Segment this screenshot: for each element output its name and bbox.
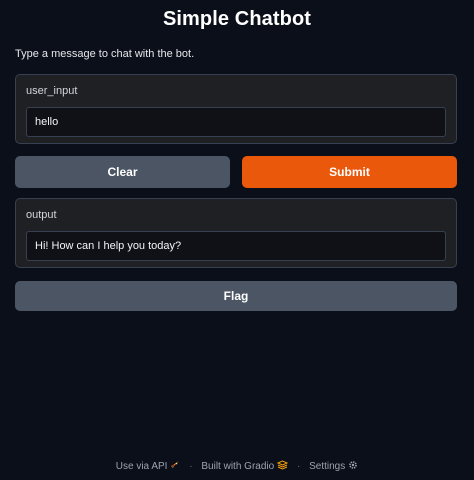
clear-button[interactable]: Clear — [15, 156, 230, 188]
footer-separator: · — [296, 461, 301, 473]
settings-label: Settings — [309, 461, 346, 473]
user-input-label: user_input — [26, 85, 78, 97]
output-label: output — [26, 209, 57, 221]
user-input-field[interactable] — [26, 107, 446, 137]
page-description: Type a message to chat with the bot. — [15, 48, 195, 60]
flag-button[interactable]: Flag — [15, 281, 457, 311]
user-input-block: user_input — [15, 74, 457, 144]
output-block: output Hi! How can I help you today? — [15, 198, 457, 268]
footer-separator: · — [189, 461, 193, 473]
built-with-gradio-link[interactable]: Built with Gradio — [201, 460, 291, 473]
gear-icon — [348, 460, 358, 473]
built-with-gradio-label: Built with Gradio — [201, 461, 275, 473]
submit-button[interactable]: Submit — [242, 156, 457, 188]
settings-link[interactable]: Settings — [309, 461, 358, 472]
app-root: Simple Chatbot Type a message to chat wi… — [0, 0, 474, 480]
rocket-icon — [170, 460, 180, 473]
use-via-api-label: Use via API — [115, 461, 168, 473]
page-title: Simple Chatbot — [162, 8, 312, 30]
output-field[interactable]: Hi! How can I help you today? — [26, 231, 446, 261]
use-via-api-link[interactable]: Use via API — [116, 461, 183, 472]
gradio-logo-icon — [276, 460, 289, 473]
footer: Use via API · Built with Gradio · Settin… — [0, 460, 474, 473]
